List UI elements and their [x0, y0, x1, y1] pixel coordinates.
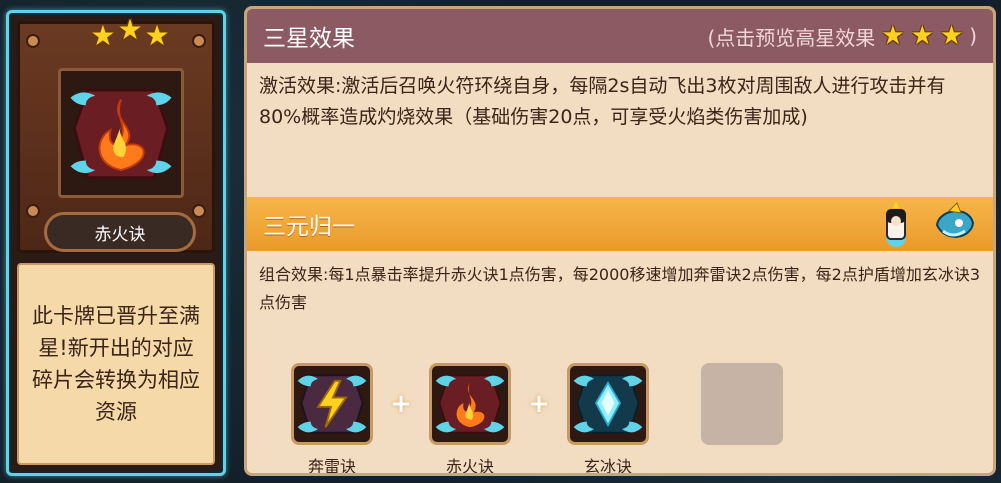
card-status-description: 此卡牌已晋升至满星!新开出的对应碎片会转换为相应资源	[17, 263, 215, 465]
card-description-text: 此卡牌已晋升至满星!新开出的对应碎片会转换为相应资源	[32, 304, 200, 424]
bolt-icon	[26, 204, 40, 218]
combo-items: 奔雷诀 + 赤火诀 + 玄冰诀	[287, 363, 783, 473]
item-label: 玄冰诀	[583, 457, 632, 476]
activate-effect-text: 激活效果:激活后召唤火符环绕自身，每隔2s自动飞出3枚对周围敌人进行攻击并有80…	[259, 75, 946, 128]
star-icon: ★	[939, 21, 964, 51]
bolt-icon	[192, 204, 206, 218]
preview-high-star-button[interactable]: (点击预览高星效果 ★ ★ ★ )	[707, 21, 977, 51]
combo-item[interactable]: 玄冰诀	[563, 363, 653, 476]
empty-item-slot[interactable]	[701, 363, 783, 445]
preview-close-paren: )	[969, 24, 977, 48]
fire-talisman-icon	[70, 88, 172, 180]
combo-item[interactable]: 奔雷诀	[287, 363, 377, 476]
card-panel[interactable]: ★ ★ ★ 赤火诀 此卡牌已晋升至满星!新开出的对应碎片会转换为相应资源	[6, 10, 226, 476]
card-star-rating: ★ ★ ★	[80, 14, 180, 60]
star-icon: ★	[910, 21, 934, 51]
ice-dragon-avatar-icon[interactable]	[931, 201, 977, 247]
card-name-plate: 赤火诀	[44, 212, 196, 252]
card-art	[58, 68, 184, 198]
effect-panel: 三星效果 (点击预览高星效果 ★ ★ ★ ) 激活效果:激活后召唤火符环绕自身，…	[244, 6, 996, 476]
star-icon: ★	[90, 19, 116, 52]
combo-item[interactable]: 赤火诀	[425, 363, 515, 476]
card-frame: ★ ★ ★ 赤火诀	[17, 14, 215, 253]
star-effect-header: 三星效果 (点击预览高星效果 ★ ★ ★ )	[247, 9, 993, 63]
plus-icon: +	[528, 389, 550, 419]
bolt-icon	[192, 34, 206, 48]
combo-effect-text: 组合效果:每1点暴击率提升赤火诀1点伤害，每2000移速增加奔雷诀2点伤害，每2…	[259, 265, 981, 312]
combo-header: 三元归一	[247, 197, 993, 251]
bolt-icon	[26, 34, 40, 48]
item-label: 赤火诀	[445, 457, 494, 476]
combo-avatars	[873, 201, 977, 247]
priestess-avatar-icon[interactable]	[873, 201, 919, 247]
lightning-talisman-icon	[291, 363, 373, 445]
star-icon: ★	[117, 13, 143, 46]
fire-talisman-icon	[429, 363, 511, 445]
ice-talisman-icon	[567, 363, 649, 445]
plus-icon: +	[390, 389, 412, 419]
preview-label: (点击预览高星效果	[707, 25, 876, 50]
star-icon: ★	[881, 21, 905, 51]
star-icon: ★	[144, 19, 170, 52]
effect-title: 三星效果	[263, 26, 355, 52]
item-label: 奔雷诀	[307, 457, 356, 476]
combo-title: 三元归一	[263, 214, 355, 240]
card-name: 赤火诀	[94, 224, 146, 245]
